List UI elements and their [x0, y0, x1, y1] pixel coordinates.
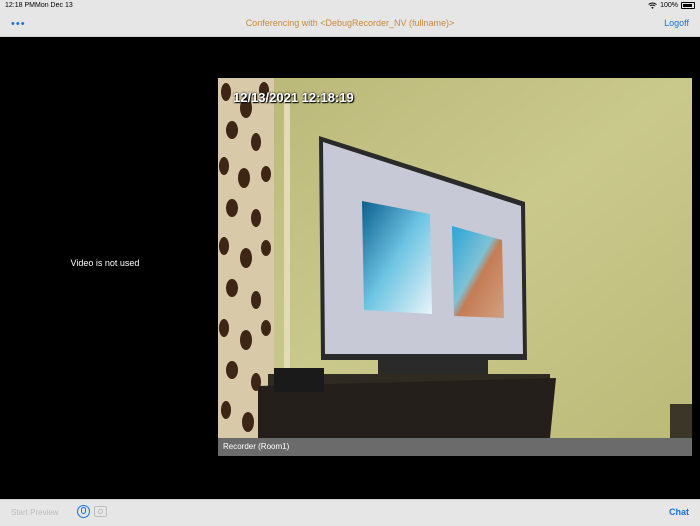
- video-caption-text: Recorder (Room1): [223, 442, 290, 451]
- battery-percent: 100%: [660, 2, 678, 9]
- chat-button[interactable]: Chat: [669, 507, 689, 517]
- conference-title: Conferencing with <DebugRecorder_NV (ful…: [245, 18, 455, 28]
- navigation-bar: ••• Conferencing with <DebugRecorder_NV …: [0, 12, 700, 37]
- camera-icon[interactable]: [94, 506, 107, 517]
- video-frame-scene: [218, 78, 692, 438]
- wifi-icon: [648, 2, 657, 9]
- start-preview-button[interactable]: Start Preview: [11, 508, 59, 517]
- status-time: 12:18 PM: [5, 2, 35, 9]
- status-bar: 12:18 PM Mon Dec 13 100%: [0, 0, 700, 12]
- status-date: Mon Dec 13: [35, 2, 73, 9]
- video-caption: Recorder (Room1): [218, 438, 692, 456]
- video-not-used-message: Video is not used: [70, 258, 140, 268]
- logoff-button[interactable]: Logoff: [664, 18, 689, 28]
- bottom-toolbar: Start Preview Chat: [0, 499, 700, 526]
- battery-icon: [681, 2, 695, 9]
- microphone-icon[interactable]: [77, 505, 90, 518]
- video-timestamp: 12/13/2021 12:18:19: [233, 90, 354, 105]
- remote-video[interactable]: 12/13/2021 12:18:19: [218, 78, 692, 438]
- status-right: 100%: [648, 2, 695, 9]
